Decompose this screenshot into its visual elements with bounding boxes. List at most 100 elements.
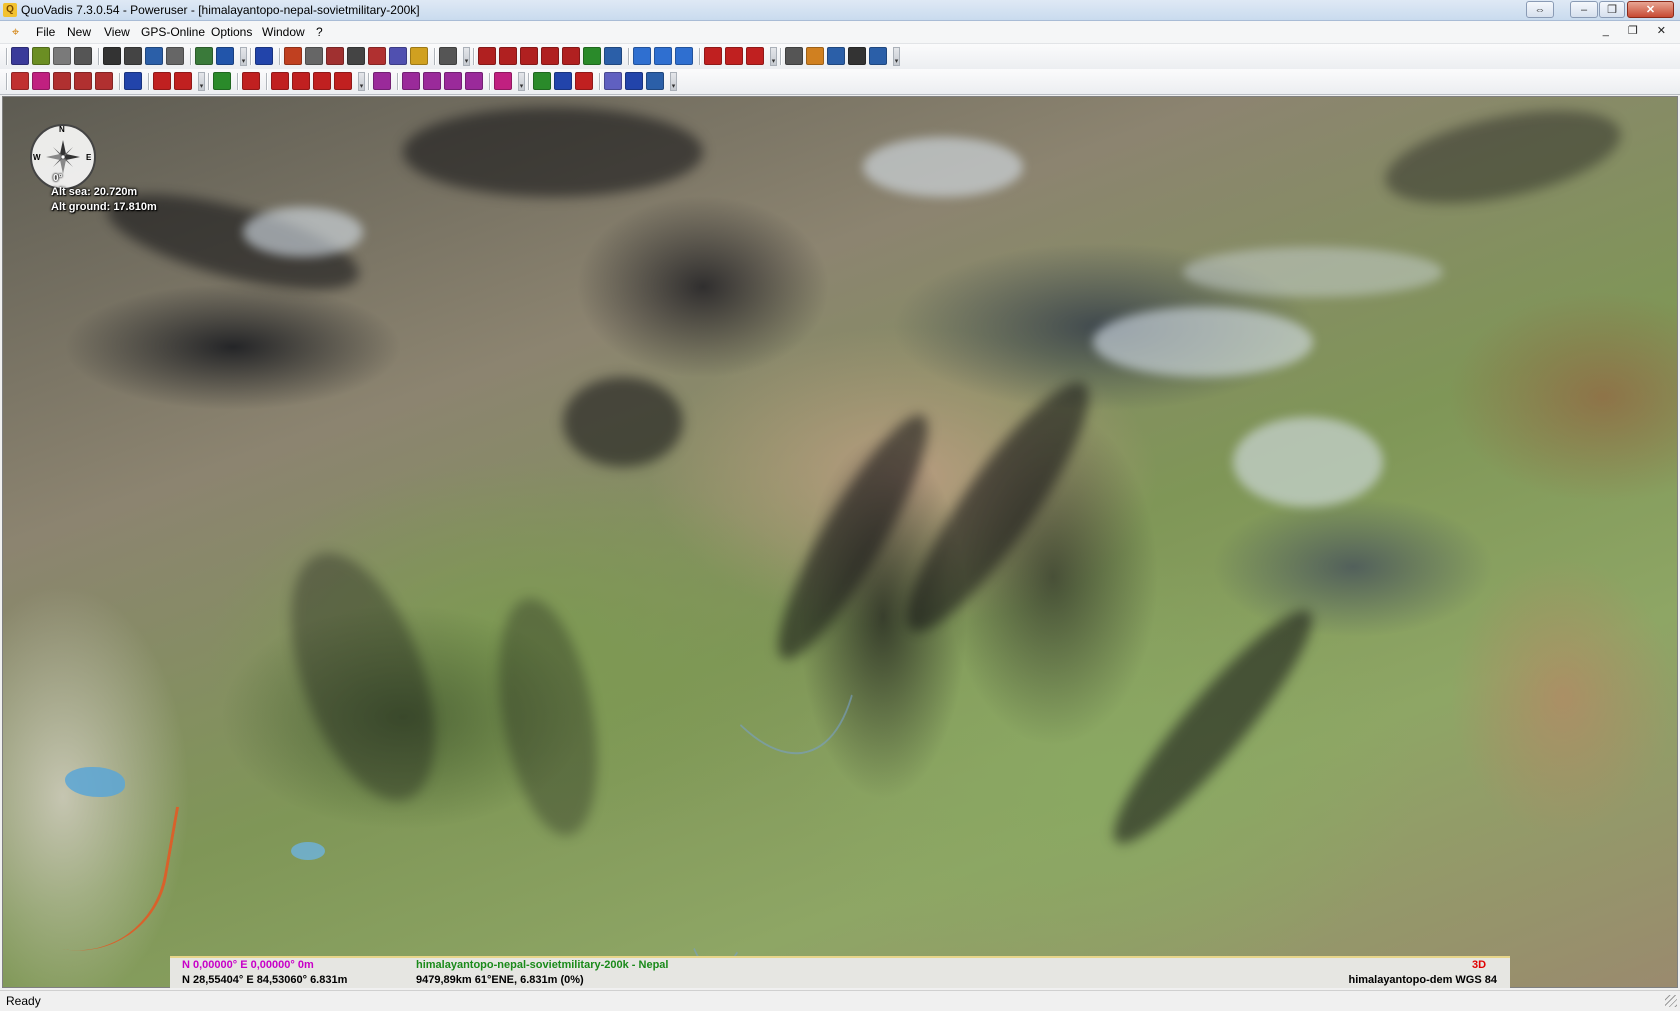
- status-bar: Ready: [0, 990, 1680, 1011]
- toolbar-separator: [699, 48, 700, 65]
- sync-icon[interactable]: [533, 72, 551, 90]
- zoom-window-icon[interactable]: [562, 47, 580, 65]
- toolbar-separator: [368, 73, 369, 90]
- track-split-icon[interactable]: [373, 72, 391, 90]
- menu-help[interactable]: ?: [316, 25, 323, 39]
- doc-open-icon[interactable]: [32, 72, 50, 90]
- copy-icon[interactable]: [166, 47, 184, 65]
- toolbar-separator: [98, 48, 99, 65]
- mdi-window-controls[interactable]: _ ❐ ✕: [1603, 24, 1674, 37]
- cut-icon[interactable]: [11, 47, 29, 65]
- toolbar-overflow-chevron-icon[interactable]: ▾: [240, 47, 247, 66]
- transfer-icon[interactable]: [554, 72, 572, 90]
- ruler-icon[interactable]: [410, 47, 428, 65]
- mark-1-icon[interactable]: [402, 72, 420, 90]
- mark-4-icon[interactable]: [465, 72, 483, 90]
- save-icon[interactable]: [53, 47, 71, 65]
- toolbar-overflow-chevron-icon[interactable]: ▾: [518, 72, 525, 91]
- toolbar-overflow-chevron-icon[interactable]: ▾: [198, 72, 205, 91]
- rewind-icon[interactable]: [153, 72, 171, 90]
- doc-route-icon[interactable]: [53, 72, 71, 90]
- compass-rose[interactable]: N E W: [30, 124, 96, 190]
- zoom-fit-icon[interactable]: [520, 47, 538, 65]
- select-all-icon[interactable]: [334, 72, 352, 90]
- doc-new-icon[interactable]: [11, 72, 29, 90]
- select-2-icon[interactable]: [292, 72, 310, 90]
- toolbar-separator: [119, 73, 120, 90]
- binoculars-icon[interactable]: [103, 47, 121, 65]
- edit-doc-icon[interactable]: [124, 72, 142, 90]
- mark-3-icon[interactable]: [444, 72, 462, 90]
- display-icon[interactable]: [869, 47, 887, 65]
- list-icon[interactable]: [284, 47, 302, 65]
- zoom-in-icon[interactable]: [478, 47, 496, 65]
- region-icon[interactable]: [216, 47, 234, 65]
- forward-icon[interactable]: [654, 47, 672, 65]
- toolbar-overflow-chevron-icon[interactable]: ▾: [463, 47, 470, 66]
- mountain-icon[interactable]: [195, 47, 213, 65]
- mark-2-icon[interactable]: [423, 72, 441, 90]
- network-icon[interactable]: [389, 47, 407, 65]
- compass-star-icon: [46, 140, 80, 174]
- terrain-shadow: [403, 107, 703, 197]
- route-icon[interactable]: [326, 47, 344, 65]
- search-point-icon[interactable]: [242, 72, 260, 90]
- grid-icon[interactable]: [145, 47, 163, 65]
- layers-icon[interactable]: [305, 47, 323, 65]
- export-icon[interactable]: [575, 72, 593, 90]
- waypoint-edit-icon[interactable]: [725, 47, 743, 65]
- doc-track-icon[interactable]: [95, 72, 113, 90]
- binoculars-search-icon[interactable]: [124, 47, 142, 65]
- map-3d-view[interactable]: N E W 0° Alt sea: 20.720m Alt ground: 17…: [2, 96, 1678, 988]
- db-icon[interactable]: [604, 72, 622, 90]
- move-icon[interactable]: [785, 47, 803, 65]
- resize-grip[interactable]: [1665, 995, 1677, 1007]
- menu-view[interactable]: View: [104, 25, 130, 39]
- download-icon[interactable]: [675, 47, 693, 65]
- menu-new[interactable]: New: [67, 25, 91, 39]
- zoom-out-icon[interactable]: [499, 47, 517, 65]
- toolbar-overflow-chevron-icon[interactable]: ▾: [770, 47, 777, 66]
- map-import-icon[interactable]: [32, 47, 50, 65]
- poi-icon[interactable]: [494, 72, 512, 90]
- waypoint-add-icon[interactable]: [704, 47, 722, 65]
- menu-gps-online[interactable]: GPS-Online: [141, 25, 205, 39]
- record-back-icon[interactable]: [174, 72, 192, 90]
- map-color-icon[interactable]: [213, 72, 231, 90]
- grid-lines-icon[interactable]: [848, 47, 866, 65]
- maximize-button[interactable]: ❐: [1599, 1, 1625, 18]
- clock-icon[interactable]: [347, 47, 365, 65]
- target-icon[interactable]: ⌖: [8, 24, 23, 39]
- toolbar-overflow-chevron-icon[interactable]: ▾: [358, 72, 365, 91]
- minimize-button[interactable]: –: [1570, 1, 1598, 18]
- toolbar-overflow-chevron-icon[interactable]: ▾: [670, 72, 677, 91]
- doc-copy-icon[interactable]: [74, 72, 92, 90]
- menu-bar: ⌖ File New View GPS-Online Options Windo…: [0, 21, 1680, 44]
- book-icon[interactable]: [368, 47, 386, 65]
- zoom-select-icon[interactable]: [604, 47, 622, 65]
- gps-icon[interactable]: [255, 47, 273, 65]
- zoom-area-icon[interactable]: [541, 47, 559, 65]
- db-export-icon[interactable]: [646, 72, 664, 90]
- menu-options[interactable]: Options: [211, 25, 252, 39]
- quovadis-app-icon[interactable]: Q: [3, 3, 17, 17]
- close-button[interactable]: ✕: [1627, 1, 1674, 18]
- 3d-icon[interactable]: [583, 47, 601, 65]
- toolbar-overflow-chevron-icon[interactable]: ▾: [893, 47, 900, 66]
- status-text: Ready: [6, 994, 41, 1008]
- toolbar-separator: [250, 48, 251, 65]
- menu-file[interactable]: File: [36, 25, 55, 39]
- compass-icon[interactable]: [827, 47, 845, 65]
- menu-window[interactable]: Window: [262, 25, 305, 39]
- tools-icon[interactable]: [439, 47, 457, 65]
- restore-icon[interactable]: ⇔: [1526, 1, 1554, 18]
- db-search-icon[interactable]: [625, 72, 643, 90]
- waypoint-delete-icon[interactable]: [746, 47, 764, 65]
- pencil-icon[interactable]: [806, 47, 824, 65]
- print-icon[interactable]: [74, 47, 92, 65]
- altitude-ground: Alt ground: 17.810m: [51, 201, 157, 213]
- back-icon[interactable]: [633, 47, 651, 65]
- snow-field: [1093, 307, 1313, 377]
- select-icon[interactable]: [271, 72, 289, 90]
- select-3-icon[interactable]: [313, 72, 331, 90]
